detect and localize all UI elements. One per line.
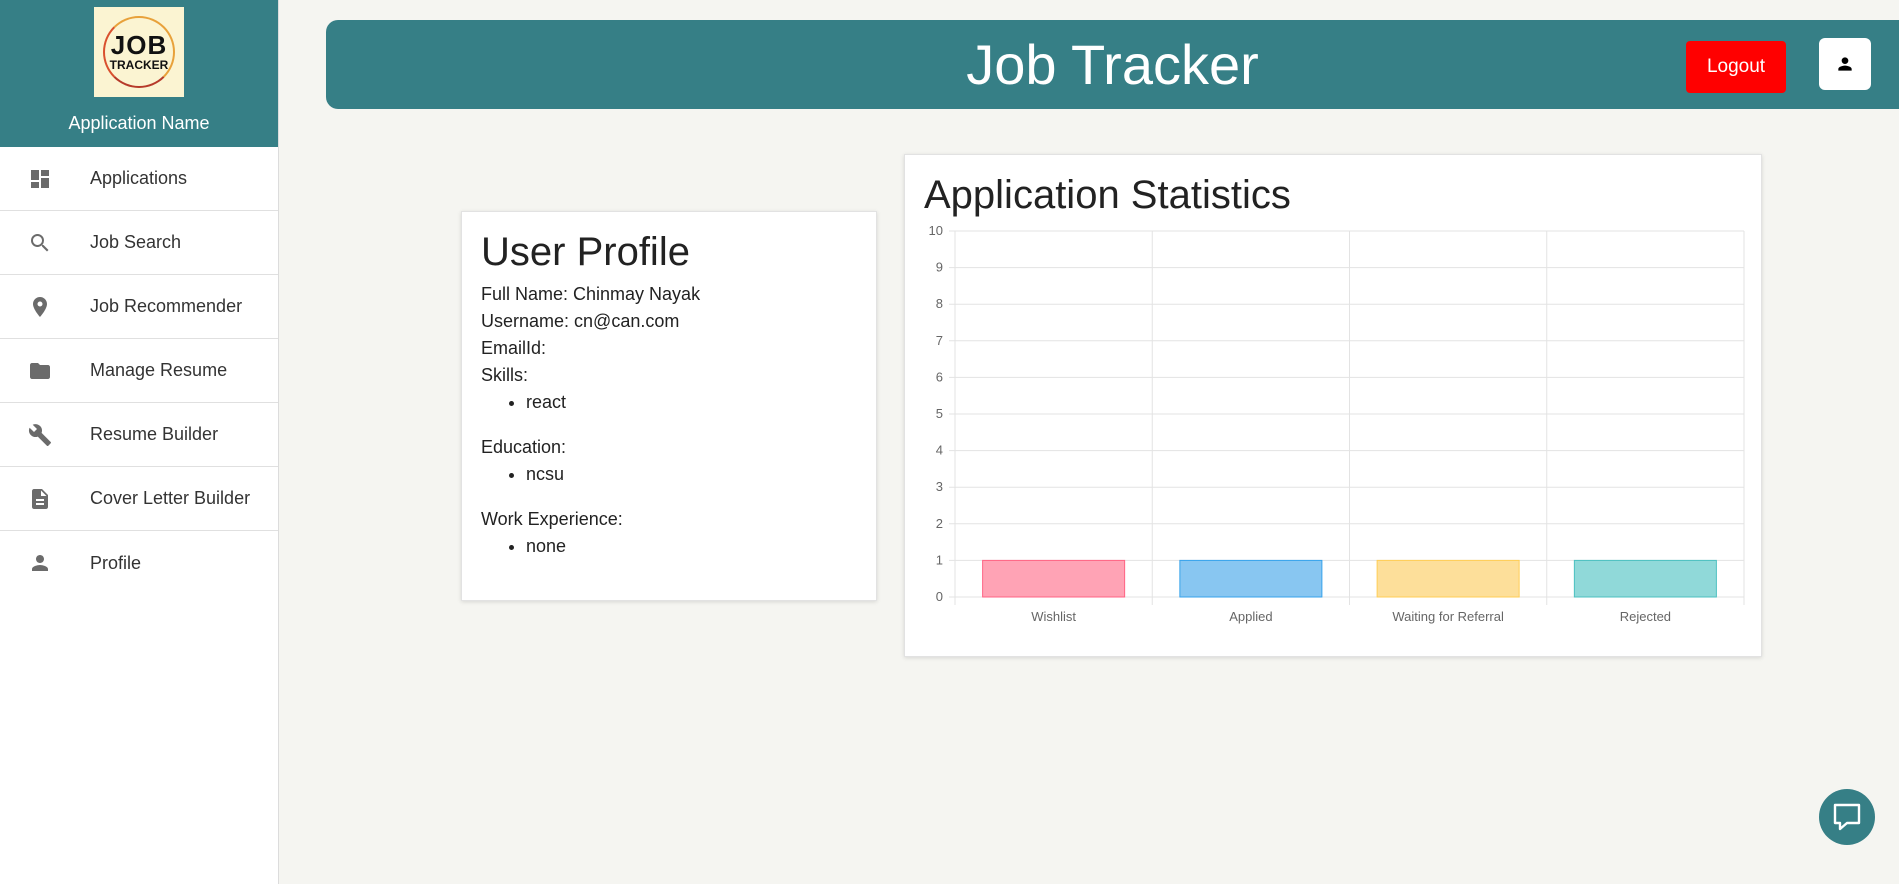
folder-icon [0, 359, 90, 383]
user-profile-card: User Profile Full Name: Chinmay Nayak Us… [461, 211, 877, 601]
chat-button[interactable] [1819, 789, 1875, 845]
work-experience-list: none [481, 533, 857, 560]
dashboard-icon [0, 167, 90, 191]
y-tick-label: 10 [929, 223, 943, 238]
sidebar-item-label: Resume Builder [90, 424, 219, 444]
sidebar-item-cover-letter-builder[interactable]: Cover Letter Builder [0, 467, 278, 531]
y-tick-label: 7 [936, 333, 943, 348]
y-tick-label: 6 [936, 369, 943, 384]
education-label: Education: [481, 437, 567, 457]
stats-title: Application Statistics [924, 173, 1291, 217]
profile-title: User Profile [481, 230, 690, 274]
y-tick-label: 1 [936, 552, 943, 567]
work-experience-label: Work Experience: [481, 509, 623, 529]
sidebar-item-label: Cover Letter Builder [90, 488, 251, 508]
bar-waiting-for-referral [1376, 559, 1520, 598]
list-item: ncsu [526, 461, 857, 488]
person-icon [1838, 57, 1852, 71]
app-name: Application Name [68, 113, 210, 133]
y-tick-label: 4 [936, 443, 943, 458]
sidebar-item-label: Manage Resume [90, 360, 228, 380]
x-tick-label: Waiting for Referral [1392, 609, 1504, 624]
skills-list: react [481, 389, 857, 416]
bar-wishlist [982, 559, 1126, 598]
y-tick-label: 2 [936, 516, 943, 531]
sidebar-item-job-recommender[interactable]: Job Recommender [0, 275, 278, 339]
bar-applied [1179, 559, 1323, 598]
x-tick-label: Rejected [1620, 609, 1671, 624]
search-icon [0, 231, 90, 255]
person-icon [0, 551, 90, 575]
y-tick-label: 3 [936, 479, 943, 494]
logout-button[interactable]: Logout [1686, 41, 1786, 93]
wrench-icon [0, 423, 90, 447]
x-tick-label: Wishlist [1031, 609, 1076, 624]
email-text: EmailId: [481, 338, 547, 358]
username-text: Username: cn@can.com [481, 311, 680, 331]
top-header: Job Tracker Logout [326, 20, 1899, 109]
location-pin-icon [0, 295, 90, 319]
logo: JOB TRACKER [94, 7, 184, 97]
chat-icon [1833, 803, 1861, 831]
page-title: Job Tracker [966, 33, 1259, 96]
sidebar-item-manage-resume[interactable]: Manage Resume [0, 339, 278, 403]
skills-label: Skills: [481, 365, 529, 385]
sidebar-item-profile[interactable]: Profile [0, 531, 278, 595]
logo-text-line2: TRACKER [109, 58, 169, 72]
brand-header: JOB TRACKER Application Name [0, 0, 278, 147]
list-item: react [526, 389, 857, 416]
bar-rejected [1573, 559, 1717, 598]
sidebar-item-label: Job Recommender [90, 296, 243, 316]
x-tick-label: Applied [1229, 609, 1272, 624]
sidebar-item-label: Job Search [90, 232, 182, 252]
education-list: ncsu [481, 461, 857, 488]
list-item: none [526, 533, 857, 560]
y-tick-label: 0 [936, 589, 943, 604]
sidebar: JOB TRACKER Application Name Application… [0, 0, 279, 884]
document-icon [0, 487, 90, 511]
user-menu-button[interactable] [1819, 38, 1871, 90]
sidebar-item-label: Applications [90, 168, 188, 188]
sidebar-item-applications[interactable]: Applications [0, 147, 278, 211]
full-name-text: Full Name: Chinmay Nayak [481, 284, 701, 304]
y-tick-label: 9 [936, 260, 943, 275]
application-statistics-card: 0 1 2 3 4 5 6 7 8 9 10 Wishlist Applied Waiting for R… [904, 154, 1762, 657]
bar-chart: 0 1 2 3 4 5 6 7 8 9 10 Wishlist Applied Waiting for R… [929, 223, 1745, 624]
y-tick-label: 8 [936, 296, 943, 311]
sidebar-item-resume-builder[interactable]: Resume Builder [0, 403, 278, 467]
logo-text-line1: JOB [110, 30, 168, 60]
y-tick-label: 5 [936, 406, 943, 421]
sidebar-item-label: Profile [90, 552, 142, 573]
sidebar-item-job-search[interactable]: Job Search [0, 211, 278, 275]
